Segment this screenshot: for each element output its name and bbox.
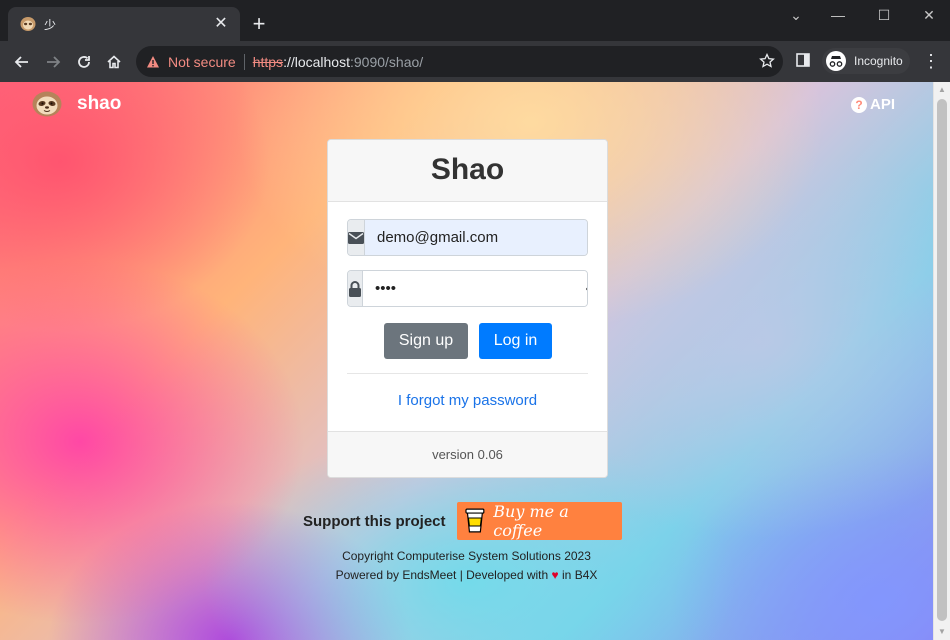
new-tab-icon[interactable]: +: [248, 13, 270, 35]
password-field[interactable]: [363, 271, 586, 306]
side-panel-icon[interactable]: [796, 53, 810, 67]
copyright-text: Copyright Computerise System Solutions 2…: [342, 549, 591, 563]
home-icon[interactable]: [102, 50, 126, 74]
powered-suffix: in B4X: [562, 568, 598, 582]
maximize-icon[interactable]: ☐: [861, 4, 907, 26]
url-path: :9090/shao/: [350, 53, 424, 70]
login-card: Shao Sign up Log in I forgot my password…: [327, 139, 608, 478]
sloth-favicon-icon: [20, 17, 36, 31]
back-icon[interactable]: [10, 50, 34, 74]
signup-button[interactable]: Sign up: [384, 323, 468, 359]
version-footer: version 0.06: [328, 431, 607, 477]
tab-close-icon[interactable]: ✕: [212, 16, 230, 32]
url-text[interactable]: https://localhost:9090/shao/: [253, 54, 423, 70]
minimize-icon[interactable]: —: [815, 4, 861, 26]
login-card-header: Shao: [328, 140, 607, 202]
tab-strip: 少 ✕ + ⌄ — ☐ ✕: [0, 0, 950, 41]
forward-icon[interactable]: [41, 50, 65, 74]
url-scheme: https: [252, 53, 284, 70]
page-viewport: shao ? API Shao Sign up Log in I forgo: [0, 82, 933, 640]
tab-search-icon[interactable]: ⌄: [773, 4, 819, 26]
forgot-password-link[interactable]: I forgot my password: [328, 392, 607, 409]
incognito-icon: [826, 51, 846, 71]
powered-by-text: Powered by EndsMeet | Developed with ♥ i…: [0, 568, 933, 582]
envelope-icon: [348, 220, 365, 255]
scroll-up-icon[interactable]: ▲: [934, 82, 950, 98]
powered-prefix: Powered by EndsMeet | Developed with: [335, 568, 549, 582]
login-title: Shao: [430, 153, 505, 186]
scroll-down-icon[interactable]: ▼: [934, 624, 950, 640]
browser-tab[interactable]: 少 ✕: [8, 7, 240, 41]
email-input-group: [347, 219, 588, 256]
browser-menu-icon[interactable]: ⋮: [922, 51, 940, 71]
password-input-group: [347, 270, 588, 307]
email-field[interactable]: [365, 220, 587, 255]
brand-link[interactable]: shao: [32, 91, 121, 117]
incognito-profile-button[interactable]: Incognito: [822, 48, 910, 74]
reload-icon[interactable]: [72, 50, 96, 74]
url-host: ://localhost: [283, 53, 350, 70]
incognito-label: Incognito: [854, 54, 903, 68]
heart-icon: ♥: [551, 568, 559, 582]
sloth-logo-icon: [32, 91, 62, 117]
support-section: Support this project Buy me a coffee: [303, 502, 622, 540]
buy-me-a-coffee-button[interactable]: Buy me a coffee: [456, 502, 622, 540]
close-window-icon[interactable]: ✕: [906, 4, 950, 26]
bookmark-star-icon[interactable]: [759, 53, 775, 69]
question-circle-icon: ?: [851, 96, 867, 113]
warning-icon: [147, 55, 159, 67]
lock-icon: [348, 271, 363, 306]
coffee-cup-icon: [464, 508, 484, 533]
api-label: API: [870, 96, 896, 113]
card-divider: [347, 373, 588, 374]
api-link[interactable]: ? API: [851, 96, 895, 113]
support-label: Support this project: [303, 512, 446, 530]
buy-me-a-coffee-label: Buy me a coffee: [493, 502, 569, 540]
omnibox-divider: [243, 53, 245, 70]
eye-slash-icon[interactable]: [586, 271, 587, 306]
brand-name: shao: [77, 93, 122, 114]
address-bar[interactable]: Not secure https://localhost:9090/shao/: [136, 46, 783, 77]
login-button[interactable]: Log in: [479, 323, 552, 359]
scrollbar-thumb[interactable]: [937, 99, 947, 621]
tab-title: 少: [44, 17, 57, 32]
vertical-scrollbar[interactable]: ▲ ▼: [933, 82, 950, 640]
not-secure-label[interactable]: Not secure: [168, 54, 236, 70]
